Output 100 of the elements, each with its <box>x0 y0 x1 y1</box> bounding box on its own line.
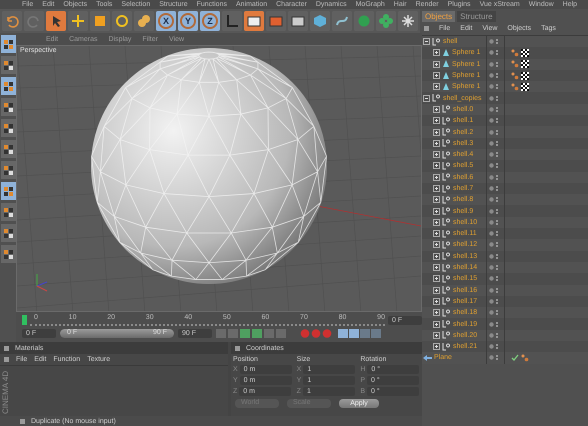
expand-icon[interactable] <box>433 309 440 316</box>
visibility-dots-icon[interactable] <box>489 128 499 136</box>
expand-icon[interactable] <box>433 320 440 328</box>
undo-icon <box>4 13 20 29</box>
visibility-dots-icon[interactable] <box>489 60 499 68</box>
checker-tag-icon[interactable] <box>521 60 529 68</box>
expand-icon[interactable] <box>433 117 440 124</box>
expand-icon[interactable] <box>433 128 440 136</box>
visibility-dots-icon[interactable] <box>489 343 499 350</box>
null-object-icon <box>442 105 451 114</box>
visibility-dots-icon[interactable] <box>489 320 499 328</box>
expand-icon[interactable] <box>433 185 440 192</box>
phong-tag-icon[interactable] <box>521 354 529 362</box>
grid-tool[interactable] <box>0 35 16 53</box>
grid-tool[interactable] <box>0 140 16 158</box>
expand-icon[interactable] <box>433 298 440 305</box>
panel-handle-icon <box>4 346 9 350</box>
expand-icon[interactable] <box>433 230 440 238</box>
checkmark-icon[interactable] <box>511 354 519 362</box>
expand-icon[interactable] <box>433 162 440 170</box>
expand-icon[interactable] <box>433 218 440 226</box>
visibility-dots-icon[interactable] <box>489 332 499 339</box>
expand-icon[interactable] <box>433 252 440 260</box>
visibility-dots-icon[interactable] <box>489 94 499 102</box>
checker-tag-icon[interactable] <box>521 82 529 91</box>
axis-lock-button[interactable]: X <box>156 11 176 31</box>
visibility-dots-icon[interactable] <box>489 241 499 248</box>
expand-icon[interactable] <box>433 208 440 215</box>
visibility-dots-icon[interactable] <box>489 174 499 181</box>
visibility-dots-icon[interactable] <box>489 162 499 170</box>
expand-icon[interactable] <box>433 275 440 282</box>
panel-tab[interactable]: Structure <box>457 11 496 22</box>
flower-tool[interactable] <box>376 11 396 31</box>
expand-icon[interactable] <box>433 264 440 272</box>
expand-icon[interactable] <box>433 106 440 113</box>
expand-icon[interactable] <box>433 286 440 294</box>
null-object-icon <box>442 184 451 192</box>
null-object-icon <box>442 218 451 226</box>
checker-tag-icon[interactable] <box>521 72 529 80</box>
expand-icon[interactable] <box>433 196 440 204</box>
visibility-dots-icon[interactable] <box>489 230 499 238</box>
visibility-dots-icon[interactable] <box>489 83 499 90</box>
visibility-dots-icon[interactable] <box>489 185 499 192</box>
visibility-dots-icon[interactable] <box>489 252 499 260</box>
scale-tool[interactable] <box>90 11 110 31</box>
visibility-dots-icon[interactable] <box>489 309 499 316</box>
expand-icon[interactable] <box>433 241 440 248</box>
visibility-dots-icon[interactable] <box>489 298 499 305</box>
grid-tool[interactable] <box>0 119 16 137</box>
cursor-tool[interactable] <box>46 11 66 31</box>
cube-icon <box>312 13 328 29</box>
visibility-dots-icon[interactable] <box>489 264 499 272</box>
collapse-icon[interactable] <box>423 38 430 46</box>
null-object-icon <box>442 230 451 238</box>
visibility-dots-icon[interactable] <box>489 196 499 204</box>
visibility-dots-icon[interactable] <box>489 140 499 147</box>
expand-icon[interactable] <box>433 332 440 339</box>
panel-handle-icon <box>4 357 9 362</box>
visibility-dots-icon[interactable] <box>489 218 499 226</box>
keyframe-tools-icon[interactable] <box>338 329 384 338</box>
visibility-dots-icon[interactable] <box>489 354 499 362</box>
expand-icon[interactable] <box>433 72 440 80</box>
panel-tab[interactable]: Objects <box>422 11 456 22</box>
expand-icon[interactable] <box>433 60 440 68</box>
grid-icon <box>2 144 14 154</box>
redo-icon <box>26 13 42 29</box>
null-object-icon <box>442 116 451 125</box>
grid-tool[interactable] <box>0 161 16 179</box>
snowflake-icon <box>400 13 416 29</box>
axis-lock-button[interactable]: Y <box>178 11 198 31</box>
expand-icon[interactable] <box>433 174 440 181</box>
move-tool[interactable] <box>68 11 88 31</box>
expand-icon[interactable] <box>433 49 440 56</box>
visibility-dots-icon[interactable] <box>489 72 499 80</box>
grid-icon <box>2 38 14 50</box>
null-object-icon <box>442 274 451 283</box>
spline-tool[interactable] <box>332 11 352 31</box>
visibility-dots-icon[interactable] <box>489 106 499 113</box>
expand-icon[interactable] <box>433 83 440 90</box>
visibility-dots-icon[interactable] <box>489 151 499 158</box>
expand-icon[interactable] <box>433 343 440 350</box>
checker-tag-icon[interactable] <box>521 48 529 57</box>
snowflake-tool[interactable] <box>398 11 418 31</box>
visibility-dots-icon[interactable] <box>489 286 499 294</box>
visibility-dots-icon[interactable] <box>489 38 499 46</box>
visibility-dots-icon[interactable] <box>489 49 499 56</box>
arrow-icon <box>423 354 432 361</box>
brand-label: CINEMA 4D <box>1 370 10 414</box>
expand-icon[interactable] <box>433 140 440 147</box>
rotate-tool[interactable] <box>112 11 132 31</box>
undo-tool[interactable] <box>2 11 22 31</box>
null-object-icon <box>442 240 451 249</box>
visibility-dots-icon[interactable] <box>489 208 499 215</box>
collapse-icon[interactable] <box>423 94 430 102</box>
axis-lock-button[interactable]: Z <box>200 11 220 31</box>
grid-tool[interactable] <box>0 182 16 200</box>
expand-icon[interactable] <box>433 151 440 158</box>
visibility-dots-icon[interactable] <box>489 117 499 124</box>
null-object-icon <box>442 207 451 216</box>
visibility-dots-icon[interactable] <box>489 275 499 282</box>
